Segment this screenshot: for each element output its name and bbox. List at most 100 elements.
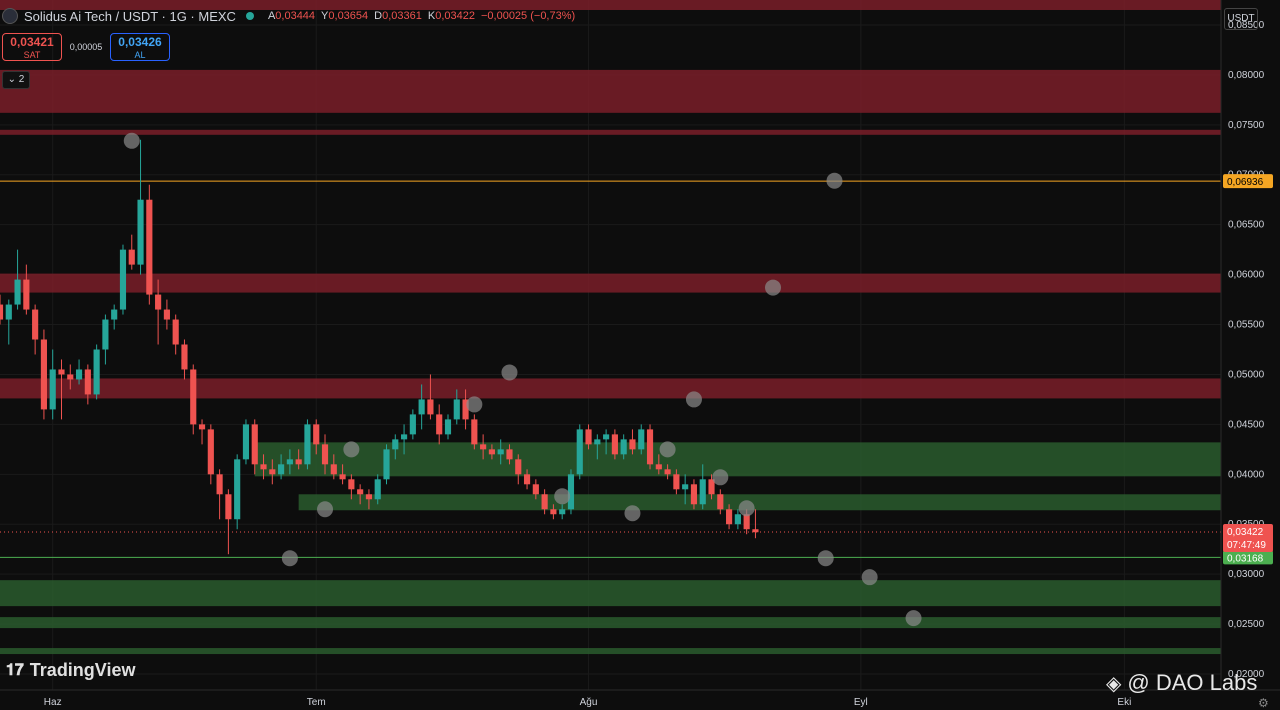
candle-body bbox=[155, 294, 162, 310]
trade-panel: 0,03421 SAT 0,00005 0,03426 AL bbox=[2, 33, 170, 61]
candle-body bbox=[58, 369, 65, 375]
y-tick-label: 0,04000 bbox=[1228, 469, 1265, 480]
marker-circle bbox=[317, 501, 334, 518]
y-tick-label: 0,08000 bbox=[1228, 70, 1265, 81]
candle-body bbox=[111, 309, 118, 320]
marker-circle bbox=[554, 488, 571, 505]
candle-body bbox=[14, 279, 21, 305]
candle-body bbox=[611, 434, 618, 455]
tradingview-logo: 𝟏𝟕 TradingView bbox=[6, 660, 136, 680]
marker-circle bbox=[861, 569, 878, 586]
candle-body bbox=[172, 319, 179, 345]
candle-body bbox=[682, 484, 689, 490]
candle-body bbox=[576, 429, 583, 475]
candle-body bbox=[260, 464, 267, 470]
candle-body bbox=[497, 449, 504, 455]
x-tick-label: Ağu bbox=[580, 697, 598, 708]
candle-body bbox=[418, 399, 425, 415]
candle-body bbox=[409, 414, 416, 435]
support-zone bbox=[0, 580, 1221, 607]
tradingview-mark-icon: 𝟏𝟕 bbox=[6, 661, 24, 679]
candle-body bbox=[304, 424, 311, 465]
candle-body bbox=[216, 474, 223, 495]
marker-circle bbox=[123, 132, 140, 149]
settings-gear-icon[interactable]: ⚙ bbox=[1258, 696, 1269, 710]
candle-body bbox=[242, 424, 250, 460]
candle-body bbox=[699, 479, 706, 505]
currency-selector[interactable]: USDT bbox=[1224, 8, 1258, 30]
candle-body bbox=[453, 399, 460, 420]
candle-body bbox=[734, 514, 741, 525]
candle-body bbox=[444, 419, 452, 435]
y-tick-label: 0,04500 bbox=[1228, 419, 1265, 430]
candle-body bbox=[436, 414, 443, 435]
candle-body bbox=[523, 474, 531, 485]
marker-circle bbox=[817, 550, 834, 567]
marker-circle bbox=[685, 391, 702, 408]
candle-body bbox=[567, 474, 575, 510]
x-tick-label: Haz bbox=[44, 697, 62, 708]
candle-body bbox=[181, 344, 188, 370]
marker-circle bbox=[281, 550, 298, 567]
candle-body bbox=[743, 514, 750, 530]
time-axis bbox=[0, 690, 1280, 709]
candle-body bbox=[234, 459, 241, 520]
x-tick-label: Tem bbox=[307, 697, 326, 708]
candle-body bbox=[278, 464, 285, 475]
watermark: ◈ @ DAO Labs bbox=[1106, 670, 1258, 695]
candle-body bbox=[752, 529, 759, 533]
candle-body bbox=[207, 429, 214, 475]
candle-body bbox=[480, 444, 487, 450]
candle-body bbox=[102, 319, 109, 350]
candle-body bbox=[365, 494, 373, 500]
candle-body bbox=[620, 439, 627, 455]
candle-body bbox=[67, 374, 74, 380]
candle-body bbox=[629, 439, 636, 450]
candle-body bbox=[190, 369, 197, 425]
candle-body bbox=[295, 459, 302, 465]
resistance-zone bbox=[0, 129, 1221, 135]
candle-body bbox=[541, 494, 548, 510]
marker-circle bbox=[712, 469, 729, 486]
candle-body bbox=[163, 309, 170, 320]
price-chart[interactable]: 0,085000,080000,075000,070000,065000,060… bbox=[0, 0, 1280, 709]
candle-body bbox=[137, 199, 144, 265]
resistance-zone bbox=[0, 69, 1221, 113]
candle-body bbox=[32, 309, 39, 340]
chart-header: Solidus Ai Tech / USDT · 1G · MEXC A0,03… bbox=[2, 5, 575, 27]
chevron-down-icon: ⌄ bbox=[7, 74, 17, 85]
candle-body bbox=[374, 479, 381, 500]
candle-body bbox=[550, 509, 557, 515]
candle-body bbox=[286, 459, 293, 465]
candle-body bbox=[23, 279, 30, 310]
candle-body bbox=[673, 474, 680, 490]
candle-body bbox=[269, 469, 276, 475]
candle-body bbox=[0, 304, 4, 320]
marker-circle bbox=[765, 279, 782, 296]
candle-body bbox=[5, 304, 12, 320]
candle-body bbox=[330, 464, 337, 475]
candle-body bbox=[392, 439, 399, 450]
candle-body bbox=[638, 429, 645, 450]
y-tick-label: 0,02500 bbox=[1228, 619, 1265, 630]
candle-body bbox=[488, 449, 495, 455]
x-tick-label: Eyl bbox=[854, 697, 868, 708]
support-zone bbox=[0, 617, 1221, 629]
sell-button[interactable]: 0,03421 SAT bbox=[2, 33, 62, 61]
candle-body bbox=[357, 489, 364, 495]
marker-circle bbox=[659, 441, 676, 458]
support-zone bbox=[0, 648, 1221, 655]
symbol-title[interactable]: Solidus Ai Tech / USDT · 1G · MEXC bbox=[24, 9, 236, 24]
candle-body bbox=[251, 424, 258, 465]
marker-circle bbox=[826, 172, 843, 189]
candle-body bbox=[93, 349, 100, 395]
indicators-collapse-button[interactable]: ⌄ 2 bbox=[2, 71, 30, 89]
marker-circle bbox=[905, 610, 922, 627]
buy-button[interactable]: 0,03426 AL bbox=[110, 33, 170, 61]
candle-body bbox=[506, 449, 513, 460]
candle-body bbox=[559, 509, 566, 515]
x-tick-label: Eki bbox=[1117, 697, 1131, 708]
candle-body bbox=[339, 474, 346, 480]
y-tick-label: 0,03000 bbox=[1228, 569, 1265, 580]
candle-body bbox=[225, 494, 232, 520]
